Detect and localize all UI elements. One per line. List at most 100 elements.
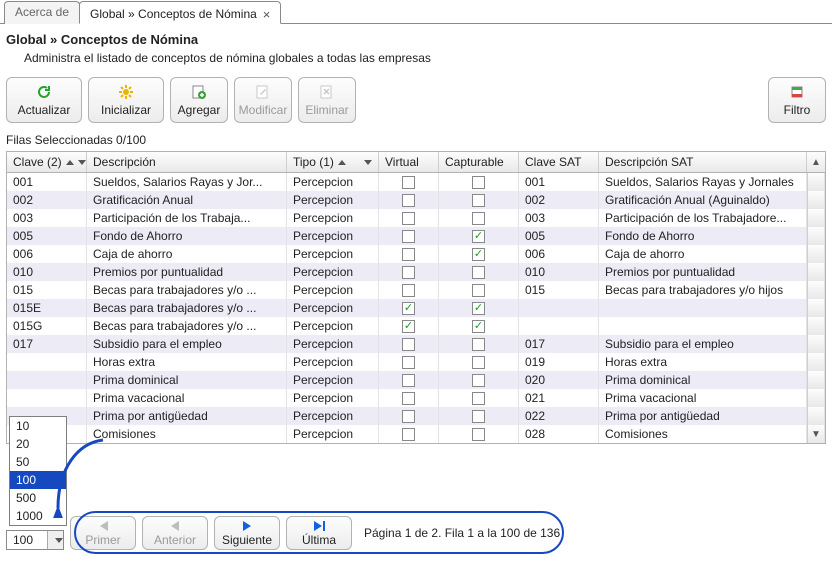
scrollbar-track[interactable] (807, 389, 825, 407)
checkbox[interactable]: ✓ (402, 320, 415, 333)
page-size-option[interactable]: 10 (10, 417, 66, 435)
chevron-down-icon[interactable] (364, 160, 372, 165)
checkbox[interactable] (472, 338, 485, 351)
scroll-up[interactable]: ▲ (807, 152, 825, 172)
table-cell (7, 353, 87, 371)
col-tipo[interactable]: Tipo (1) (287, 152, 379, 172)
scrollbar-track[interactable] (807, 335, 825, 353)
next-page-button[interactable]: Siguiente (214, 516, 280, 550)
checkbox[interactable] (472, 176, 485, 189)
add-button[interactable]: Agregar (170, 77, 228, 123)
scrollbar-track[interactable]: ▼ (807, 425, 825, 443)
checkbox[interactable] (472, 410, 485, 423)
table-row[interactable]: 001Sueldos, Salarios Rayas y Jor...Perce… (7, 173, 825, 191)
delete-button[interactable]: Eliminar (298, 77, 356, 123)
first-page-button[interactable]: Primer (70, 516, 136, 550)
tab-acerca-de[interactable]: Acerca de (4, 1, 80, 24)
page-size-select[interactable]: 100 (6, 530, 64, 550)
page-size-option[interactable]: 1000 (10, 507, 66, 525)
col-virtual[interactable]: Virtual (379, 152, 439, 172)
page-size-option[interactable]: 100 (10, 471, 66, 489)
table-cell: 017 (7, 335, 87, 353)
checkbox[interactable]: ✓ (472, 320, 485, 333)
checkbox[interactable] (402, 266, 415, 279)
scrollbar-track[interactable] (807, 371, 825, 389)
chevron-down-icon[interactable] (47, 531, 63, 549)
table-row[interactable]: 005Fondo de AhorroPercepcion✓005Fondo de… (7, 227, 825, 245)
page-size-dropdown[interactable]: 1020501005001000 (9, 416, 67, 526)
scrollbar-track[interactable] (807, 245, 825, 263)
checkbox[interactable] (472, 212, 485, 225)
filter-button[interactable]: Filtro (768, 77, 826, 123)
table-row[interactable]: 010Premios por puntualidadPercepcion010P… (7, 263, 825, 281)
checkbox[interactable]: ✓ (472, 248, 485, 261)
table-cell: 020 (519, 371, 599, 389)
table-row[interactable]: 002Gratificación AnualPercepcion002Grati… (7, 191, 825, 209)
col-capturable[interactable]: Capturable (439, 152, 519, 172)
checkbox[interactable] (472, 374, 485, 387)
table-cell: Subsidio para el empleo (87, 335, 287, 353)
col-descripcion[interactable]: Descripción (87, 152, 287, 172)
table-cell (379, 335, 439, 353)
page-size-option[interactable]: 500 (10, 489, 66, 507)
checkbox[interactable] (402, 284, 415, 297)
table-row[interactable]: 003Participación de los Trabaja...Percep… (7, 209, 825, 227)
refresh-button[interactable]: Actualizar (6, 77, 82, 123)
table-row[interactable]: 017Subsidio para el empleoPercepcion017S… (7, 335, 825, 353)
table-cell (379, 263, 439, 281)
checkbox[interactable] (402, 392, 415, 405)
scrollbar-track[interactable] (807, 191, 825, 209)
table-row[interactable]: Horas extraPercepcion019Horas extra (7, 353, 825, 371)
checkbox[interactable] (472, 428, 485, 441)
checkbox[interactable] (402, 428, 415, 441)
checkbox[interactable]: ✓ (472, 230, 485, 243)
checkbox[interactable] (402, 356, 415, 369)
close-icon[interactable]: × (263, 7, 271, 22)
scrollbar-track[interactable] (807, 209, 825, 227)
table-row[interactable]: 015EBecas para trabajadores y/o ...Perce… (7, 299, 825, 317)
table-row[interactable]: Prima por antigüedadPercepcion022Prima p… (7, 407, 825, 425)
chevron-down-icon[interactable] (78, 160, 86, 165)
last-page-button[interactable]: Última (286, 516, 352, 550)
page-header: Global » Conceptos de Nómina Administra … (0, 24, 832, 69)
table-row[interactable]: 006Caja de ahorroPercepcion✓006Caja de a… (7, 245, 825, 263)
checkbox[interactable]: ✓ (472, 302, 485, 315)
checkbox[interactable] (402, 212, 415, 225)
modify-button[interactable]: Modificar (234, 77, 292, 123)
page-size-option[interactable]: 50 (10, 453, 66, 471)
initialize-button[interactable]: Inicializar (88, 77, 164, 123)
checkbox[interactable] (402, 176, 415, 189)
table-row[interactable]: Prima vacacionalPercepcion021Prima vacac… (7, 389, 825, 407)
scrollbar-track[interactable] (807, 263, 825, 281)
scrollbar-track[interactable] (807, 281, 825, 299)
tab-global-conceptos[interactable]: Global » Conceptos de Nómina × (79, 1, 281, 24)
table-cell: Caja de ahorro (87, 245, 287, 263)
scrollbar-track[interactable] (807, 227, 825, 245)
checkbox[interactable] (402, 248, 415, 261)
checkbox[interactable] (472, 266, 485, 279)
checkbox[interactable] (402, 338, 415, 351)
checkbox[interactable] (472, 356, 485, 369)
checkbox[interactable] (472, 392, 485, 405)
col-clave-sat[interactable]: Clave SAT (519, 152, 599, 172)
checkbox[interactable] (402, 194, 415, 207)
checkbox[interactable] (472, 194, 485, 207)
table-row[interactable]: 015Becas para trabajadores y/o ...Percep… (7, 281, 825, 299)
checkbox[interactable]: ✓ (402, 302, 415, 315)
table-row[interactable]: ComisionesPercepcion028Comisiones▼ (7, 425, 825, 443)
checkbox[interactable] (402, 410, 415, 423)
scrollbar-track[interactable] (807, 173, 825, 191)
scrollbar-track[interactable] (807, 407, 825, 425)
scrollbar-track[interactable] (807, 353, 825, 371)
table-row[interactable]: 015GBecas para trabajadores y/o ...Perce… (7, 317, 825, 335)
table-row[interactable]: Prima dominicalPercepcion020Prima domini… (7, 371, 825, 389)
checkbox[interactable] (402, 374, 415, 387)
col-descripcion-sat[interactable]: Descripción SAT (599, 152, 807, 172)
checkbox[interactable] (402, 230, 415, 243)
col-clave[interactable]: Clave (2) (7, 152, 87, 172)
scrollbar-track[interactable] (807, 299, 825, 317)
scrollbar-track[interactable] (807, 317, 825, 335)
prev-page-button[interactable]: Anterior (142, 516, 208, 550)
page-size-option[interactable]: 20 (10, 435, 66, 453)
checkbox[interactable] (472, 284, 485, 297)
